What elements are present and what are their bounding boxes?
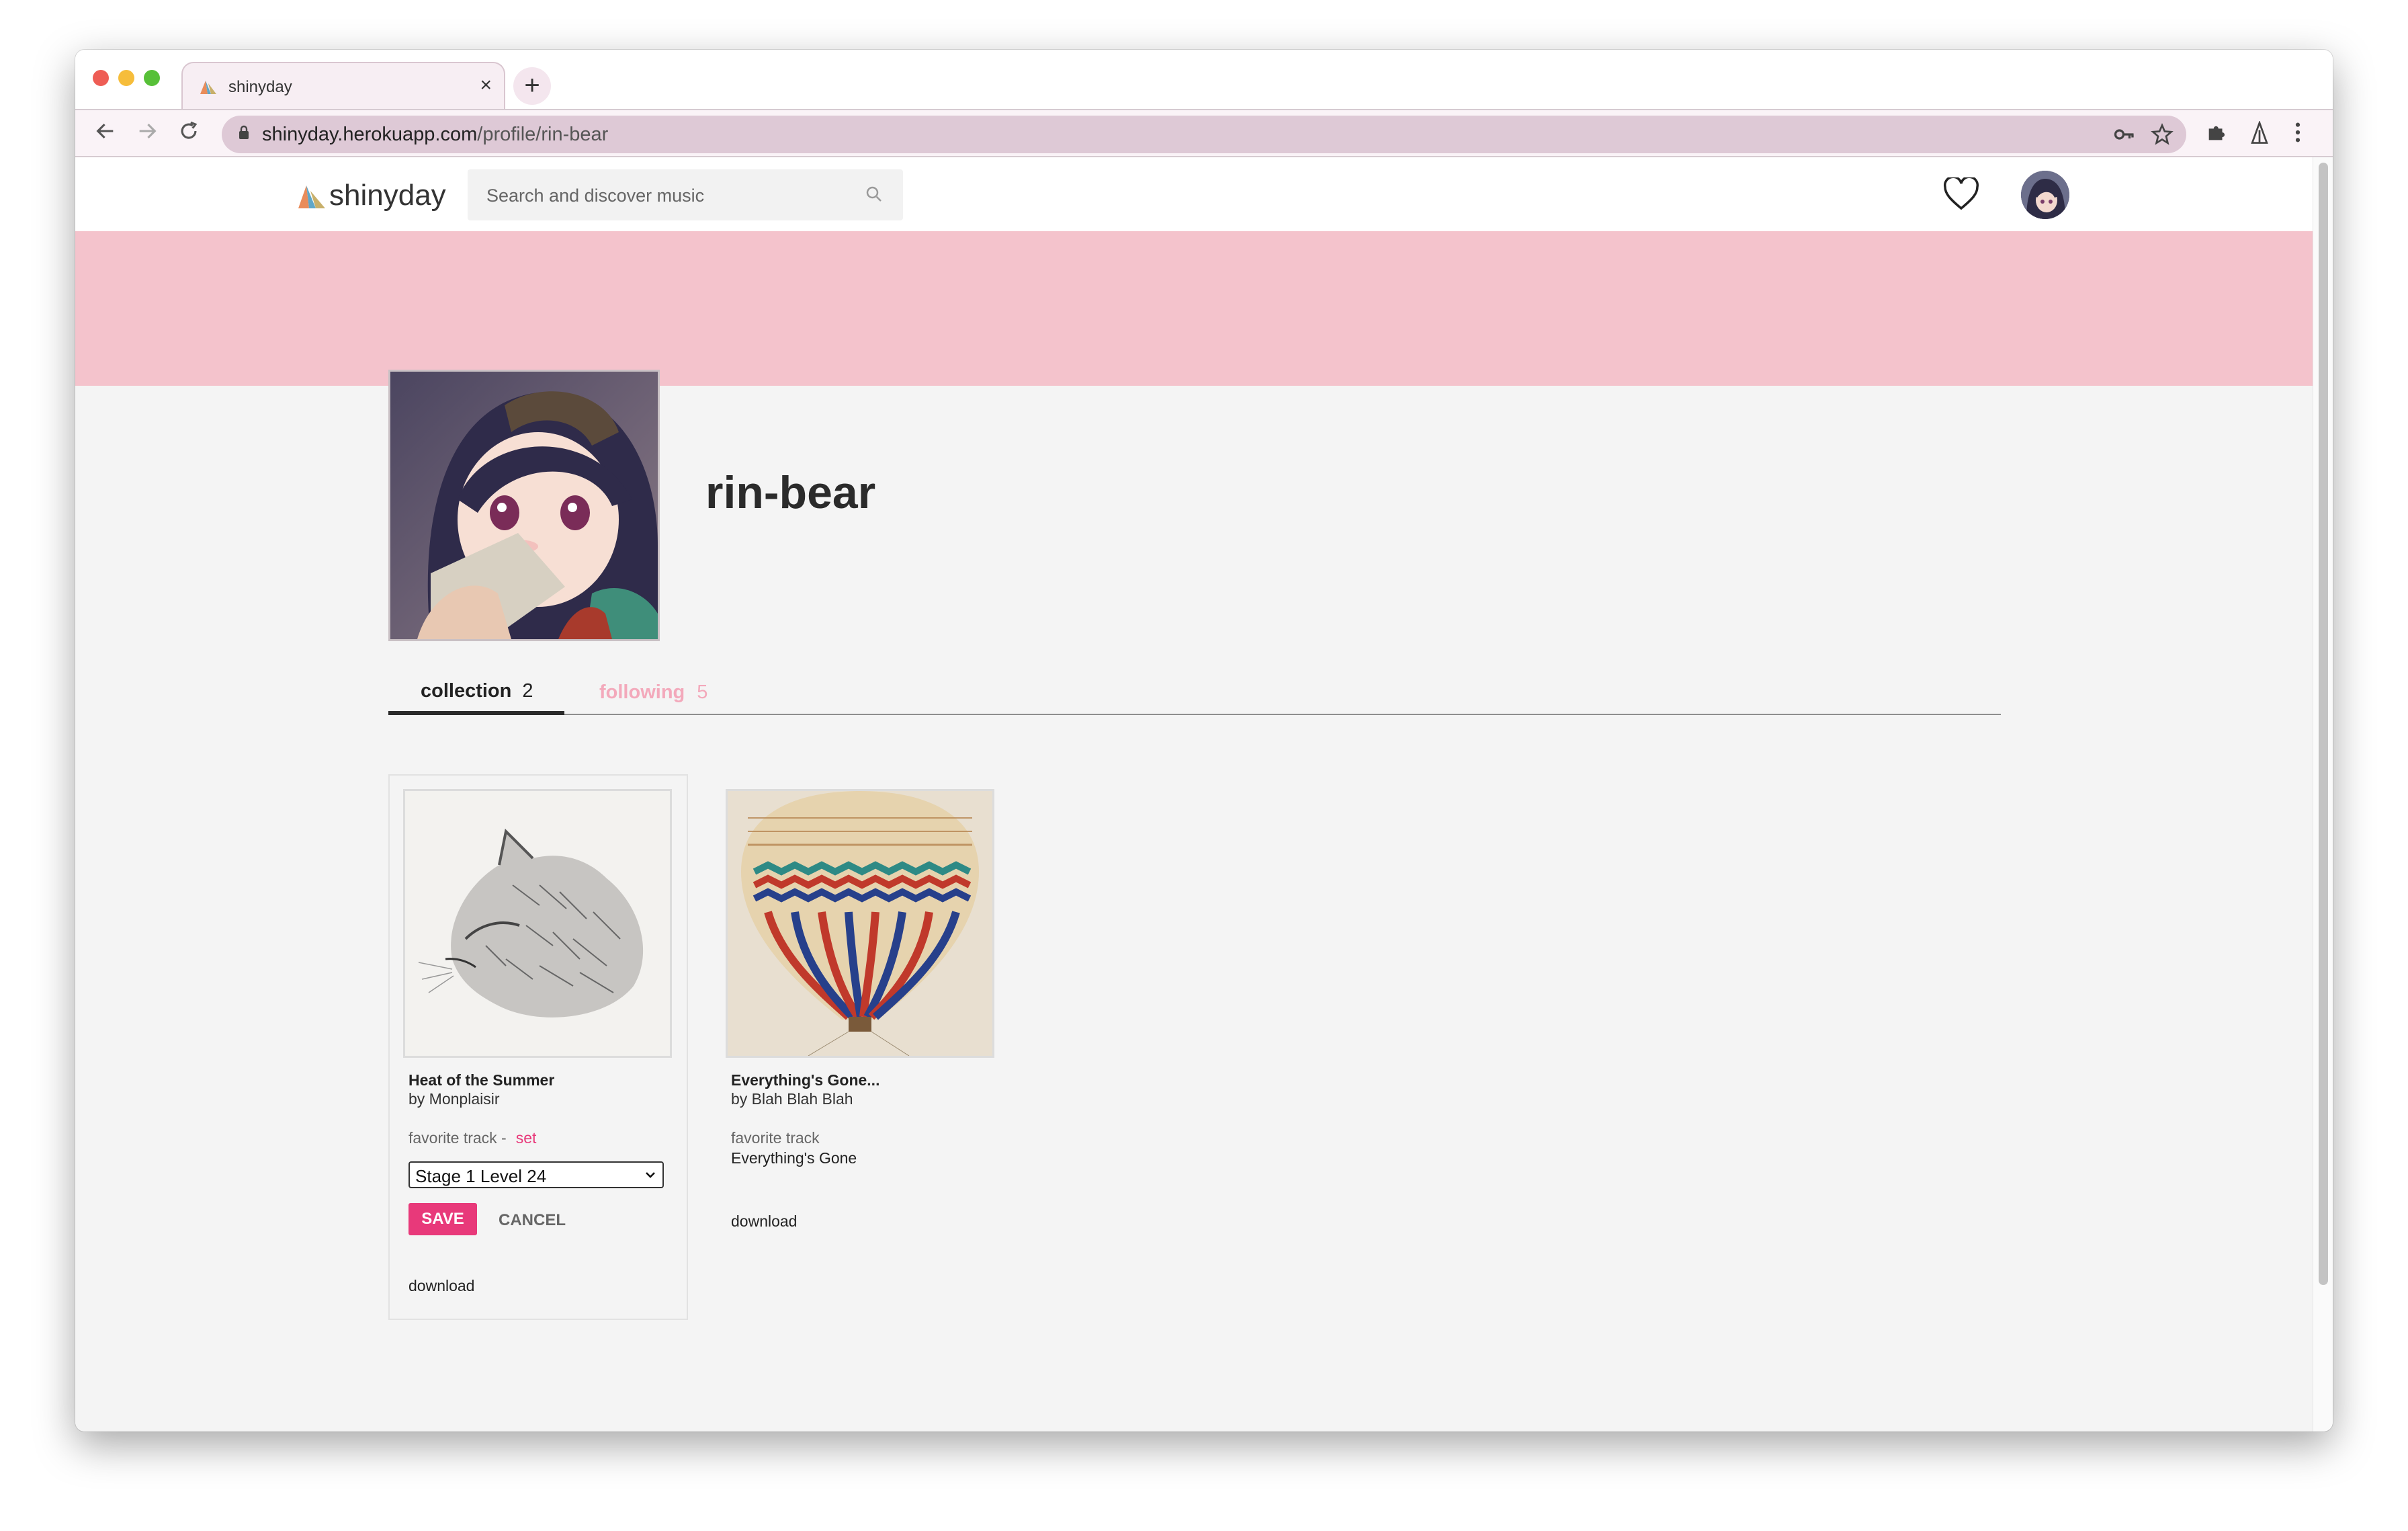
lock-icon: [239, 125, 249, 139]
tab-following[interactable]: following 5: [599, 681, 707, 704]
collection-card: Everything's Gone... by Blah Blah Blah f…: [724, 774, 1024, 1320]
album-cover[interactable]: [726, 789, 994, 1058]
balloon-illustration: [728, 791, 992, 1056]
profile-username: rin-bear: [705, 467, 876, 518]
browser-window: shinyday × + shinyday.herokuapp.com/prof…: [75, 50, 2333, 1432]
forward-icon[interactable]: [136, 120, 159, 142]
tab-following-count: 5: [697, 681, 708, 703]
favorite-track-value: Everything's Gone: [731, 1149, 857, 1167]
extensions-icon[interactable]: [2205, 121, 2228, 144]
new-tab-button[interactable]: +: [513, 67, 551, 105]
card-artist[interactable]: by Blah Blah Blah: [731, 1090, 853, 1108]
back-icon[interactable]: [94, 120, 117, 142]
album-cover[interactable]: [403, 789, 672, 1058]
favorite-track-select-value: Stage 1 Level 24: [415, 1166, 547, 1186]
favorite-track-label: favorite track: [731, 1129, 820, 1147]
card-title[interactable]: Everything's Gone...: [731, 1071, 879, 1089]
download-link[interactable]: download: [408, 1277, 474, 1295]
search-icon[interactable]: [864, 184, 884, 204]
page-content: shinyday Search and discover music rin-b…: [75, 157, 2313, 1432]
reload-icon[interactable]: [177, 120, 200, 142]
logo-mark-icon: [298, 185, 325, 208]
download-link[interactable]: download: [731, 1212, 797, 1231]
heart-icon[interactable]: [1943, 177, 1979, 211]
browser-toolbar: shinyday.herokuapp.com/profile/rin-bear: [75, 109, 2333, 157]
extension-icon[interactable]: [2248, 121, 2271, 147]
tab-close-icon[interactable]: ×: [480, 74, 492, 97]
menu-icon[interactable]: [2292, 121, 2303, 144]
bookmark-star-icon[interactable]: [2150, 122, 2174, 147]
shinyday-favicon-icon: [200, 81, 216, 94]
tab-collection-label: collection: [421, 680, 512, 702]
close-window-button[interactable]: [93, 70, 109, 86]
collection-card: Heat of the Summer by Monplaisir favorit…: [388, 774, 688, 1320]
chevron-down-icon: [646, 1172, 655, 1178]
cancel-button[interactable]: CANCEL: [499, 1211, 566, 1230]
tab-collection-count: 2: [522, 680, 533, 702]
page-scrollbar[interactable]: [2313, 157, 2333, 1432]
site-header: shinyday Search and discover music: [75, 157, 2313, 231]
tab-following-label: following: [599, 681, 685, 703]
card-title[interactable]: Heat of the Summer: [408, 1071, 554, 1089]
scrollbar-thumb[interactable]: [2319, 163, 2328, 1285]
save-button[interactable]: SAVE: [408, 1203, 477, 1235]
favorite-track-label: favorite track - set: [408, 1129, 537, 1147]
avatar-image: [2021, 171, 2069, 219]
favorite-track-select[interactable]: Stage 1 Level 24: [408, 1161, 664, 1188]
maximize-window-button[interactable]: [144, 70, 160, 86]
minimize-window-button[interactable]: [118, 70, 134, 86]
profile-tabs: collection 2 following 5: [388, 680, 2001, 715]
address-bar[interactable]: shinyday.herokuapp.com/profile/rin-bear: [222, 116, 2186, 153]
tab-title: shinyday: [228, 78, 292, 96]
tab-collection[interactable]: collection 2: [388, 680, 564, 715]
search-input[interactable]: Search and discover music: [468, 169, 903, 220]
browser-tab[interactable]: shinyday ×: [181, 62, 505, 110]
tab-strip: shinyday × +: [75, 50, 2333, 110]
search-placeholder: Search and discover music: [486, 185, 705, 206]
profile-picture: [388, 370, 660, 641]
set-favorite-link[interactable]: set: [516, 1129, 537, 1147]
cat-illustration: [405, 791, 670, 1056]
key-icon[interactable]: [2112, 122, 2137, 147]
card-artist[interactable]: by Monplaisir: [408, 1090, 500, 1108]
profile-banner: [75, 231, 2313, 386]
logo-text: shinyday: [329, 179, 446, 212]
profile-image: [390, 372, 658, 639]
url-text: shinyday.herokuapp.com/profile/rin-bear: [262, 124, 609, 145]
user-avatar[interactable]: [2021, 171, 2069, 219]
